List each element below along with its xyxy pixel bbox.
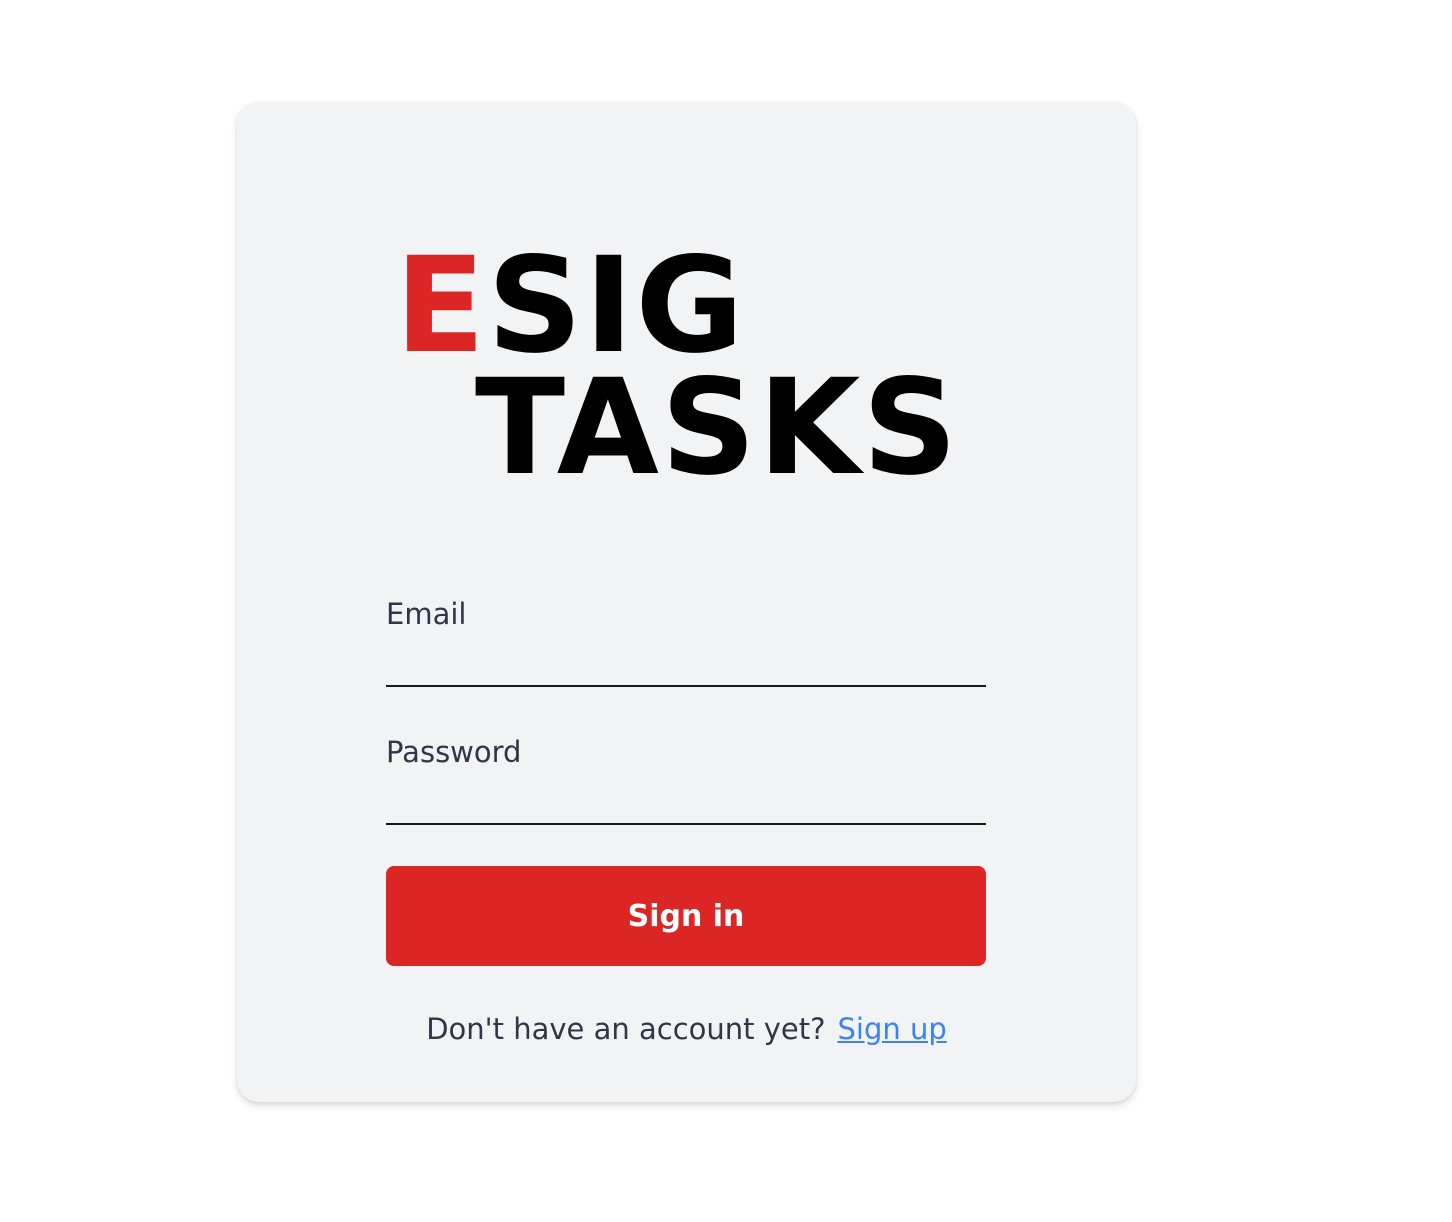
password-label: Password [386,735,522,769]
email-field[interactable] [386,635,986,687]
logo-accent-letter: E [395,229,488,383]
sign-up-link[interactable]: Sign up [838,1012,947,1046]
password-field[interactable] [386,773,986,825]
signup-prompt-text: Don't have an account yet? [426,1012,826,1046]
email-label: Email [386,597,467,631]
signup-prompt-row: Don't have an account yet? Sign up [237,1004,1136,1054]
sign-in-button[interactable]: Sign in [386,866,986,966]
esig-tasks-logo: ESIG TASKS [395,240,957,494]
logo-line-2: TASKS [475,351,960,505]
email-group: Email [386,594,986,687]
login-card: ESIG TASKS Email Password Sign in Don't … [237,102,1136,1102]
password-group: Password [386,732,986,825]
